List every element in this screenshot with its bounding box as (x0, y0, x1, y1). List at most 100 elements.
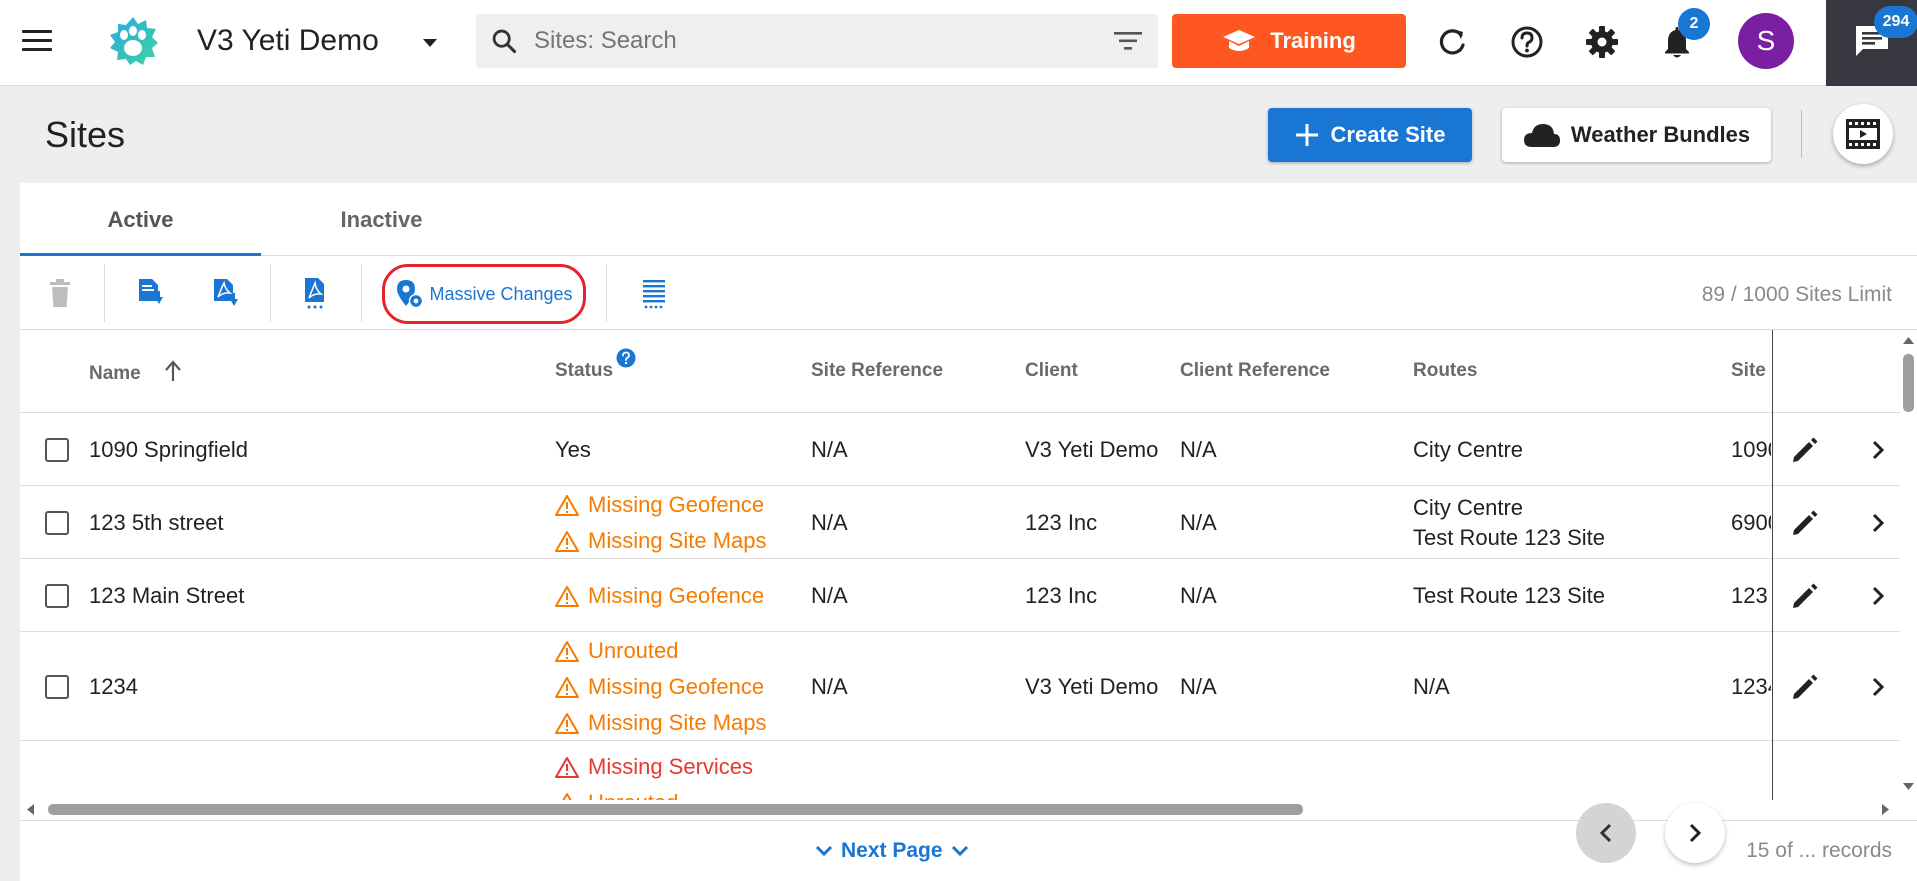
graduation-cap-icon (1223, 30, 1256, 51)
status-text: Unrouted (588, 637, 679, 663)
column-header-status[interactable]: Status (555, 360, 613, 382)
chevron-right-icon[interactable] (1865, 674, 1891, 700)
refresh-icon[interactable] (1434, 24, 1470, 60)
table-row[interactable]: 123 Main Street Missing Geofence N/A 123 In… (20, 559, 1900, 632)
vertical-scrollbar[interactable] (1900, 330, 1917, 800)
help-icon[interactable] (1509, 24, 1545, 60)
row-checkbox[interactable] (45, 583, 69, 608)
menu-icon[interactable] (22, 30, 52, 54)
search-input[interactable] (534, 24, 1074, 58)
previous-page-button[interactable] (1576, 803, 1636, 863)
organization-name[interactable]: V3 Yeti Demo (197, 24, 379, 58)
routes-cell: City Centre (1413, 435, 1523, 465)
column-header-name[interactable]: Name (89, 360, 182, 385)
delete-icon[interactable] (44, 277, 76, 309)
status-cell: Missing Geofence (555, 578, 764, 614)
routes-cell: Test Route 123 Site (1413, 581, 1605, 611)
edit-pencil-icon[interactable] (1790, 508, 1820, 538)
training-button[interactable]: Training (1172, 14, 1406, 68)
scroll-up-arrow-icon[interactable] (1903, 336, 1914, 344)
edit-pencil-icon[interactable] (1790, 435, 1820, 465)
scroll-left-arrow-icon[interactable] (26, 804, 34, 815)
horizontal-scroll-thumb[interactable] (48, 804, 1303, 815)
site-reference-cell: N/A (811, 673, 848, 699)
column-header-routes[interactable]: Routes (1413, 360, 1477, 382)
route-name: City Centre (1413, 436, 1524, 462)
edit-pencil-icon[interactable] (1790, 581, 1820, 611)
site-name-cell: 1090 Springfield (89, 436, 249, 462)
scroll-down-arrow-icon[interactable] (1903, 783, 1914, 791)
row-checkbox[interactable] (45, 437, 69, 462)
status-tabs: Active Inactive (20, 183, 1917, 256)
scroll-right-arrow-icon[interactable] (1882, 804, 1890, 815)
sites-limit-text: 89 / 1000 Sites Limit (1701, 283, 1892, 306)
export-pdf-icon[interactable] (209, 277, 241, 309)
row-checkbox[interactable] (45, 674, 69, 699)
warning-triangle-icon (555, 530, 579, 552)
training-label: Training (1270, 28, 1356, 53)
status-item: Unrouted (555, 633, 767, 669)
warning-triangle-icon (555, 640, 579, 662)
massive-changes-button[interactable]: Massive Changes (382, 264, 586, 324)
row-checkbox[interactable] (45, 510, 69, 535)
status-item: Missing Geofence (555, 487, 767, 523)
status-text: Missing Site Maps (588, 709, 767, 735)
toolbar-separator (606, 264, 607, 322)
column-header-site-reference[interactable]: Site Reference (811, 360, 943, 382)
table-row[interactable]: 123 5th street Missing Geofence Missing Si… (20, 486, 1900, 559)
column-density-icon[interactable] (638, 277, 670, 309)
actions-column-divider (1772, 330, 1773, 800)
vertical-scroll-thumb[interactable] (1903, 354, 1914, 412)
tab-inactive[interactable]: Inactive (261, 183, 502, 256)
chevron-down-icon (815, 845, 833, 857)
table-row[interactable]: 1234 Unrouted Missing Geofence Missing Site… (20, 632, 1900, 741)
tab-active[interactable]: Active (20, 183, 261, 256)
yeti-paw-logo-icon[interactable] (106, 15, 160, 69)
edit-pencil-icon[interactable] (1790, 672, 1820, 702)
video-tutorial-button[interactable] (1833, 104, 1893, 164)
status-cell: Unrouted Missing Geofence Missing Site Map… (555, 633, 767, 741)
warning-triangle-icon (555, 757, 579, 778)
chevron-left-icon (1599, 823, 1612, 843)
status-help-icon[interactable] (616, 348, 636, 368)
status-cell: Yes (555, 432, 591, 468)
page-title: Sites (45, 114, 126, 155)
next-page-button[interactable]: Next Page (815, 839, 969, 863)
site-name-cell: 123 5th street (89, 509, 224, 535)
sort-ascending-icon[interactable] (164, 360, 182, 382)
next-page-arrow-button[interactable] (1665, 803, 1725, 863)
search-bar (476, 14, 1158, 68)
filter-icon[interactable] (1114, 30, 1142, 52)
chevron-right-icon[interactable] (1865, 583, 1891, 609)
route-name: Test Route 123 Site (1413, 524, 1606, 550)
org-dropdown-caret-icon[interactable] (423, 39, 437, 47)
site-reference-cell: N/A (811, 509, 848, 535)
warning-triangle-icon (555, 585, 579, 607)
table-row[interactable]: 1090 Springfield Yes N/A V3 Yeti Demo N/A Cit… (20, 413, 1900, 486)
sites-card: Active Inactive Massive Changes 89 / 100… (20, 183, 1917, 881)
toolbar-separator (104, 264, 105, 322)
site-address-cell: 1234 (1731, 673, 1771, 699)
warning-triangle-icon (555, 676, 579, 698)
routes-cell: N/A (1413, 672, 1450, 702)
search-icon (492, 29, 517, 54)
export-csv-icon[interactable] (134, 277, 166, 309)
chevron-right-icon[interactable] (1865, 437, 1891, 463)
site-reference-cell: N/A (811, 582, 848, 608)
weather-bundles-label: Weather Bundles (1570, 122, 1751, 147)
create-site-button[interactable]: Create Site (1268, 108, 1472, 162)
column-header-client[interactable]: Client (1025, 360, 1078, 382)
pdf-report-icon[interactable] (300, 277, 332, 309)
messages-button[interactable]: 294 (1826, 0, 1917, 86)
routes-cell: City Centre Test Route 123 Site (1413, 493, 1605, 553)
table-row[interactable]: Missing Services Unrouted (20, 741, 1900, 800)
weather-bundles-button[interactable]: Weather Bundles (1502, 108, 1771, 162)
column-header-site-address[interactable]: Site A (1731, 360, 1769, 382)
warning-triangle-icon (555, 494, 579, 516)
column-header-client-reference[interactable]: Client Reference (1180, 360, 1330, 382)
user-avatar[interactable]: S (1738, 13, 1794, 69)
chevron-right-icon[interactable] (1865, 510, 1891, 536)
settings-gear-icon[interactable] (1584, 24, 1620, 60)
status-item: Missing Site Maps (555, 705, 767, 741)
toolbar-separator (270, 264, 271, 322)
